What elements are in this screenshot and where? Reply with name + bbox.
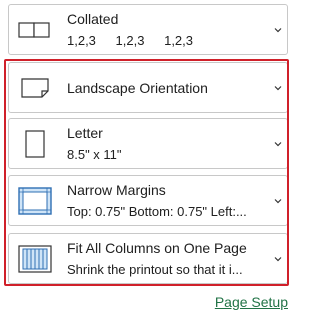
collation-seq-2: 1,2,3 [115, 33, 145, 48]
collation-seq-1: 1,2,3 [67, 33, 96, 48]
portrait-page-icon [9, 119, 61, 168]
narrow-margins-icon [9, 176, 61, 225]
print-settings-panel: Collated 1,2,3 1,2,3 1,2,3 Landscape Ori… [0, 0, 314, 316]
orientation-dropdown[interactable]: Landscape Orientation [8, 62, 288, 113]
chevron-down-icon [274, 256, 282, 261]
collated-pages-icon [9, 5, 61, 54]
chevron-down-icon [274, 198, 282, 203]
page-setup-link[interactable]: Page Setup [215, 294, 288, 310]
paper-size-dropdown[interactable]: Letter 8.5" x 11" [8, 118, 288, 169]
collation-sequence: 1,2,3 1,2,3 1,2,3 [67, 33, 209, 48]
scaling-title: Fit All Columns on One Page [67, 240, 247, 256]
chevron-down-icon [274, 27, 282, 32]
collation-title: Collated [67, 11, 119, 27]
scaling-detail: Shrink the printout so that it i... [67, 262, 243, 277]
margins-title: Narrow Margins [67, 182, 166, 198]
paper-size-detail: 8.5" x 11" [67, 147, 122, 162]
margins-dropdown[interactable]: Narrow Margins Top: 0.75" Bottom: 0.75" … [8, 175, 288, 226]
scaling-dropdown[interactable]: Fit All Columns on One Page Shrink the p… [8, 233, 288, 284]
collation-seq-3: 1,2,3 [164, 33, 194, 48]
fit-columns-icon [9, 234, 61, 283]
landscape-page-icon [9, 63, 61, 112]
chevron-down-icon [274, 141, 282, 146]
collation-dropdown[interactable]: Collated 1,2,3 1,2,3 1,2,3 [8, 4, 288, 55]
orientation-title: Landscape Orientation [67, 79, 208, 96]
margins-detail: Top: 0.75" Bottom: 0.75" Left:... [67, 204, 247, 219]
chevron-down-icon [274, 85, 282, 90]
paper-size-title: Letter [67, 125, 103, 141]
